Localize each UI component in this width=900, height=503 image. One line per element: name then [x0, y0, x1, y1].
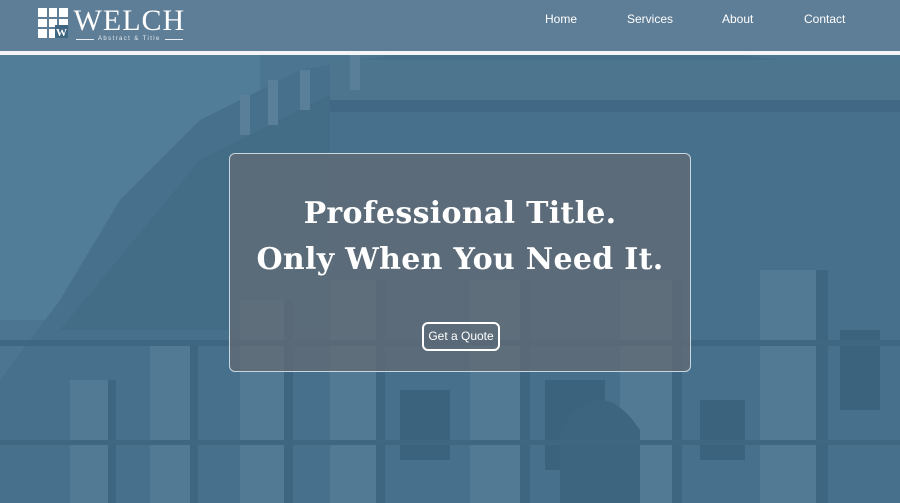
page: W WELCH Abstract & Title Home Services A… [0, 0, 900, 503]
logo-grid-icon: W [38, 8, 68, 38]
hero-headline-line2: Only When You Need It. [256, 242, 664, 277]
nav-item-contact[interactable]: Contact [804, 12, 845, 26]
nav-item-services[interactable]: Services [627, 12, 673, 26]
brand-tagline: Abstract & Title [98, 36, 161, 42]
tagline-rule-left [76, 38, 94, 40]
tagline-rule-right [164, 38, 183, 40]
get-a-quote-button[interactable]: Get a Quote [422, 322, 500, 351]
nav-item-about[interactable]: About [722, 12, 753, 26]
brand-name: WELCH [73, 4, 186, 37]
brand-logo[interactable]: W WELCH Abstract & Title [38, 4, 187, 42]
brand-tagline-row: Abstract & Title [72, 36, 187, 42]
nav-item-home[interactable]: Home [545, 12, 577, 26]
hero-card: Professional Title. Only When You Need I… [229, 153, 691, 372]
site-header: W WELCH Abstract & Title Home Services A… [0, 0, 900, 55]
hero-headline-line1: Professional Title. [303, 196, 617, 231]
logo-mark-letter: W [56, 27, 67, 38]
